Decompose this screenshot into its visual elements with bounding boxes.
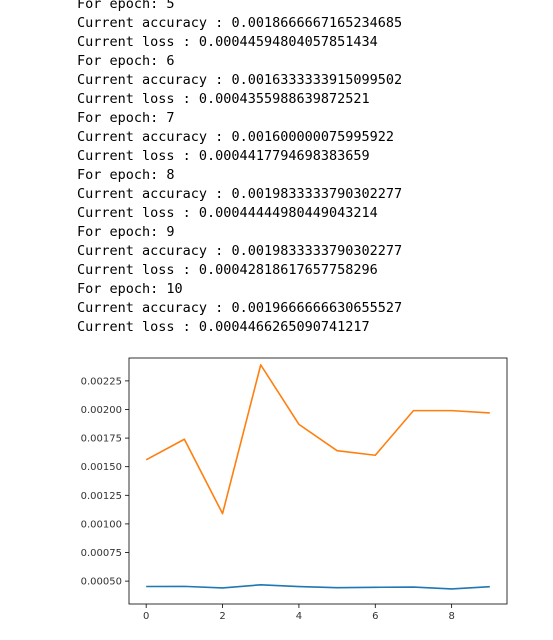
output-value: 0.00042818617657758296: [198, 262, 378, 278]
output-line: For epoch: 8: [77, 166, 402, 185]
output-line: For epoch: 9: [77, 223, 402, 242]
output-value: 0.0004417794698383659: [198, 148, 370, 164]
y-tick-label: 0.00050: [81, 577, 122, 588]
output-line: Current accuracy : 0.0016333333915099502: [77, 71, 402, 90]
output-line: Current loss : 0.00042818617657758296: [77, 261, 402, 280]
x-tick-label: 2: [219, 611, 225, 622]
y-tick-label: 0.00125: [81, 491, 122, 502]
output-value: 7: [166, 110, 175, 126]
x-tick-label: 8: [448, 611, 454, 622]
output-label: For epoch:: [77, 0, 167, 12]
y-tick-label: 0.00075: [81, 548, 122, 559]
output-line: For epoch: 6: [77, 52, 402, 71]
output-label: Current loss :: [77, 148, 199, 164]
training-plot: 0 2 4 6 8 0.00050 0.00075 0.00100 0.00125 0.00150…: [81, 357, 508, 622]
output-label: Current accuracy :: [77, 186, 232, 202]
console-output: For epoch: 5 Current accuracy : 0.0018666…: [77, 0, 402, 337]
y-tick-label: 0.00150: [81, 462, 122, 473]
output-value: 0.0019666666630655527: [231, 300, 403, 316]
output-line: For epoch: 10: [77, 280, 402, 299]
output-value: 0.0018666667165234685: [231, 15, 403, 31]
output-line: Current loss : 0.00044444980449043214: [77, 204, 402, 223]
series-line-1: [145, 364, 490, 515]
y-tick-label: 0.00100: [81, 519, 122, 530]
output-label: Current loss :: [77, 319, 199, 335]
y-tick-label: 0.00175: [81, 434, 122, 445]
output-label: Current accuracy :: [77, 243, 232, 259]
output-value: 10: [166, 281, 183, 297]
output-label: Current loss :: [77, 205, 199, 221]
output-label: Current accuracy :: [77, 300, 232, 316]
y-tick-label: 0.00200: [81, 405, 122, 416]
series-line-0: [146, 583, 490, 590]
output-label: Current loss :: [77, 262, 199, 278]
output-label: Current loss :: [77, 34, 199, 50]
output-label: For epoch:: [77, 281, 167, 297]
output-line: Current loss : 0.0004466265090741217: [77, 318, 402, 337]
output-value: 0.0019833333790302277: [231, 243, 403, 259]
output-label: Current accuracy :: [77, 129, 232, 145]
output-value: 6: [166, 53, 175, 69]
output-value: 0.0016333333915099502: [231, 72, 403, 88]
output-value: 8: [166, 167, 175, 183]
x-tick-label: 4: [296, 611, 302, 622]
output-line: For epoch: 5: [77, 0, 402, 14]
output-value: 0.00044594804057851434: [198, 34, 378, 50]
output-value: 0.0004466265090741217: [198, 319, 370, 335]
output-label: For epoch:: [77, 110, 167, 126]
output-value: 0.001600000075995922: [231, 129, 394, 145]
output-value: 0.0019833333790302277: [231, 186, 403, 202]
output-line: Current accuracy : 0.0019833333790302277: [77, 242, 402, 261]
output-line: Current accuracy : 0.0019833333790302277: [77, 185, 402, 204]
output-label: Current loss :: [77, 91, 199, 107]
x-tick-label: 0: [143, 611, 149, 622]
output-line: Current accuracy : 0.0018666667165234685: [77, 14, 402, 33]
output-line: For epoch: 7: [77, 109, 402, 128]
output-value: 0.0004355988639872521: [198, 91, 370, 107]
output-label: For epoch:: [77, 224, 167, 240]
output-line: Current loss : 0.0004417794698383659: [77, 147, 402, 166]
output-value: 0.00044444980449043214: [198, 205, 378, 221]
y-tick-label: 0.00225: [81, 376, 122, 387]
output-label: Current accuracy :: [77, 72, 232, 88]
output-line: Current loss : 0.00044594804057851434: [77, 33, 402, 52]
output-value: 5: [166, 0, 175, 12]
output-line: Current accuracy : 0.0019666666630655527: [77, 299, 402, 318]
output-line: Current accuracy : 0.001600000075995922: [77, 128, 402, 147]
x-tick-label: 6: [372, 611, 378, 622]
plot-frame: [128, 357, 508, 605]
output-label: Current accuracy :: [77, 15, 232, 31]
output-line: Current loss : 0.0004355988639872521: [77, 90, 402, 109]
output-label: For epoch:: [77, 53, 167, 69]
output-value: 9: [166, 224, 175, 240]
output-label: For epoch:: [77, 167, 167, 183]
